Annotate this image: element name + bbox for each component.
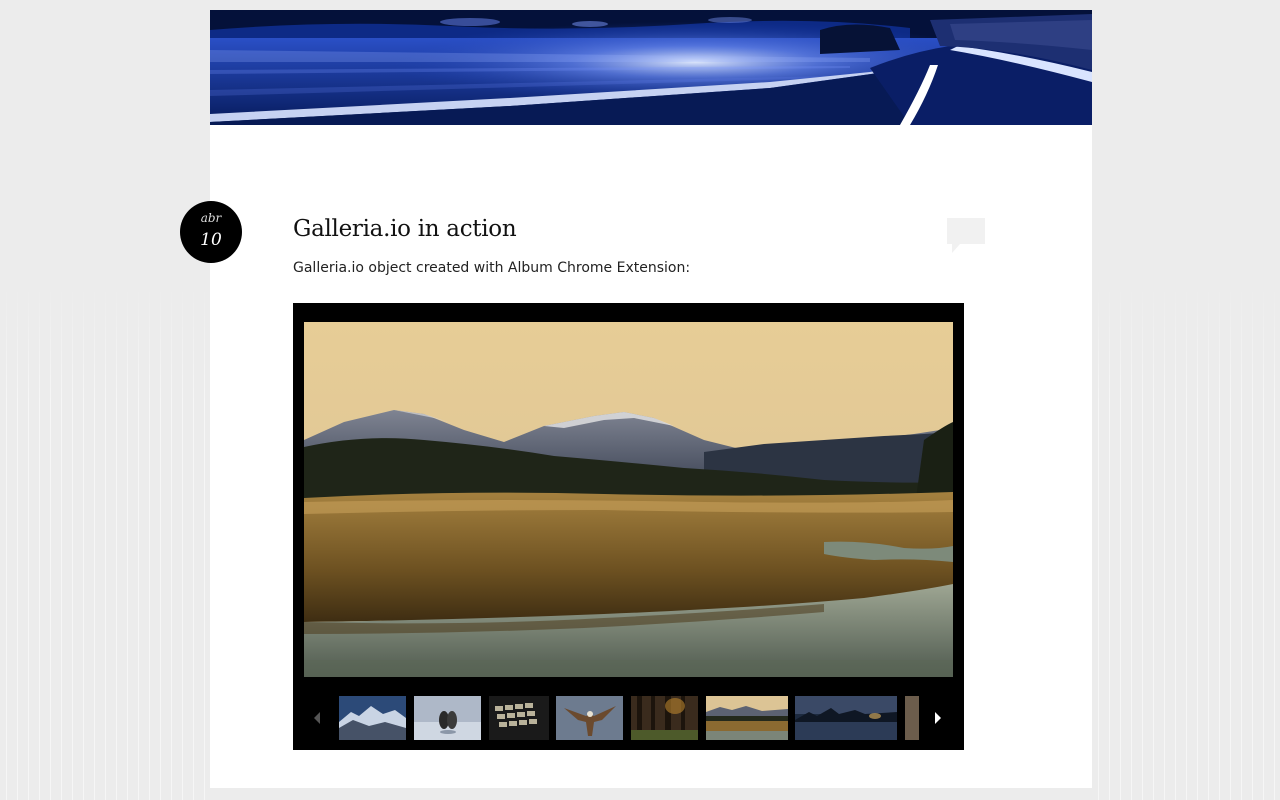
gallery-thumbnail[interactable] [489, 696, 549, 740]
header-banner [210, 10, 1092, 125]
gallery-thumbnail[interactable] [631, 696, 698, 740]
background-pattern-left [0, 280, 210, 800]
gallery-thumbnail-active[interactable] [706, 696, 788, 740]
gallery-thumbnails [339, 695, 919, 741]
speech-bubble-icon[interactable] [946, 217, 986, 255]
gallery-thumbnail[interactable] [339, 696, 406, 740]
gallery-thumbnail[interactable] [414, 696, 481, 740]
post-title[interactable]: Galleria.io in action [293, 216, 517, 242]
gallery-thumbnail[interactable] [795, 696, 897, 740]
background-pattern-right [1092, 280, 1280, 800]
galleria-gallery [293, 303, 964, 750]
post-date-month: abr [200, 211, 222, 225]
gallery-thumbnail[interactable] [556, 696, 623, 740]
triangle-left-icon[interactable] [306, 695, 330, 741]
gallery-thumbnail-strip [293, 695, 964, 741]
triangle-right-icon[interactable] [926, 695, 950, 741]
post-body-text: Galleria.io object created with Album Ch… [293, 260, 691, 276]
post-date-badge: abr 10 [180, 201, 242, 263]
gallery-thumbnail[interactable] [905, 696, 919, 740]
header-banner-image [210, 10, 1092, 125]
post-date-day: 10 [200, 230, 222, 250]
gallery-main-image[interactable] [304, 322, 953, 677]
